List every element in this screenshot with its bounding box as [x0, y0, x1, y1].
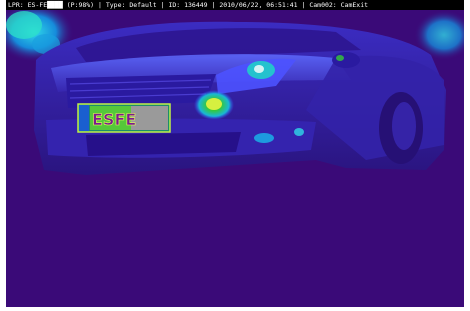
- lower-lamp: [254, 133, 274, 143]
- lower-intake: [86, 132, 241, 156]
- caption-bar: LPR: ES-FE████ (P:98%) | Type: Default |…: [6, 0, 464, 10]
- ground: [6, 180, 464, 307]
- lower-lamp-small: [294, 128, 304, 136]
- foliage-left-core: [6, 11, 42, 39]
- side-mirror: [332, 52, 360, 68]
- mirror-highlight: [336, 55, 344, 61]
- plate-strip: [79, 105, 89, 131]
- fog-lamp-core: [206, 98, 222, 110]
- camera-frame: LPR: ES-FE████ (P:98%) | Type: Default |…: [0, 0, 470, 311]
- plate-text: ESFE: [92, 110, 136, 129]
- thermal-image: ESFE: [6, 10, 464, 307]
- headlight-hotspot-core: [254, 65, 264, 73]
- front-wheel-rim: [392, 102, 416, 150]
- plate-redacted: [131, 106, 168, 130]
- thermal-scene-svg: ESFE: [6, 10, 464, 307]
- license-plate: ESFE: [77, 103, 171, 133]
- caption-text: LPR: ES-FE████ (P:98%) | Type: Default |…: [8, 1, 369, 9]
